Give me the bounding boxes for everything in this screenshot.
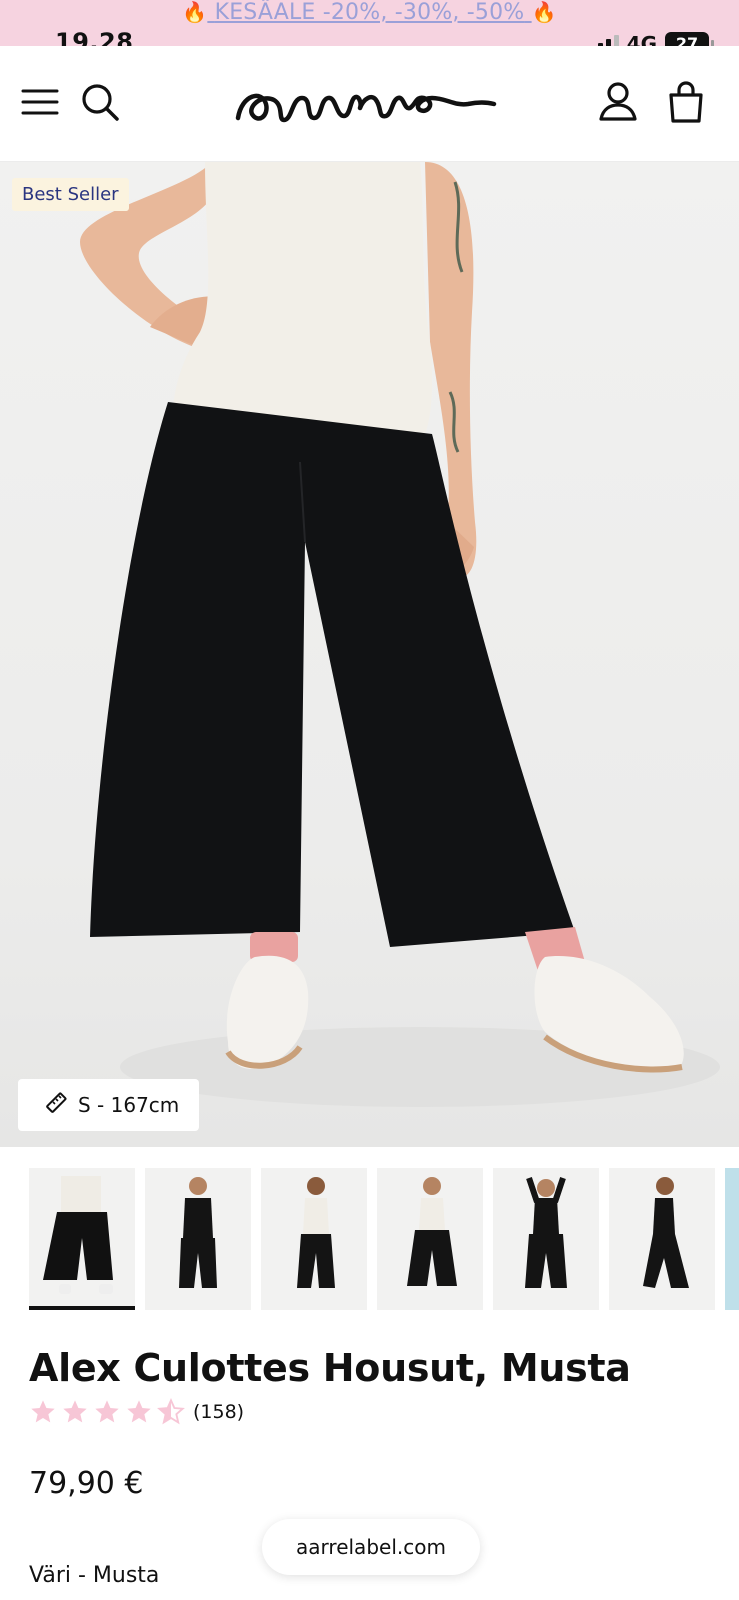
review-count[interactable]: (158) [193,1401,244,1423]
thumbnail-7-partial[interactable] [725,1168,739,1310]
product-price: 79,90 € [29,1466,144,1501]
promo-banner[interactable]: 🔥 KESÄALE -20%, -30%, -50% 🔥 19.28 4G 27 [0,0,739,56]
site-header [0,46,739,162]
promo-link[interactable]: 🔥 KESÄALE -20%, -30%, -50% 🔥 [0,0,739,25]
thumbnail-3[interactable] [261,1168,367,1310]
search-icon[interactable] [78,80,122,124]
star-icon [31,1400,55,1423]
best-seller-badge: Best Seller [12,178,129,211]
star-icon [127,1400,151,1423]
user-icon[interactable] [596,80,640,124]
fire-icon: 🔥 [531,0,557,24]
star-icon [63,1400,87,1423]
product-rating[interactable]: (158) [29,1398,244,1426]
star-icon [95,1400,119,1423]
aarre-logo[interactable] [232,74,502,134]
half-star-icon [157,1398,185,1425]
thumbnail-5[interactable] [493,1168,599,1310]
thumbnail-6[interactable] [609,1168,715,1310]
thumbnail-4[interactable] [377,1168,483,1310]
thumbnail-2[interactable] [145,1168,251,1310]
model-size-text: S - 167cm [78,1093,180,1117]
shopping-bag-icon[interactable] [664,80,708,124]
ruler-icon [44,1091,68,1120]
product-main-image[interactable]: Best Seller S - 167cm [0,162,739,1147]
model-illustration [80,162,720,1107]
fire-icon: 🔥 [182,0,208,24]
thumbnail-1[interactable] [29,1168,135,1310]
product-title: Alex Culottes Housut, Musta [29,1346,631,1390]
thumbnail-strip[interactable] [29,1168,739,1310]
model-size-chip[interactable]: S - 167cm [18,1079,199,1131]
promo-text[interactable]: KESÄALE -20%, -30%, -50% [215,0,525,25]
hamburger-icon[interactable] [18,80,62,124]
browser-url-bar[interactable]: aarrelabel.com [262,1519,480,1575]
color-label: Väri - Musta [29,1563,160,1588]
